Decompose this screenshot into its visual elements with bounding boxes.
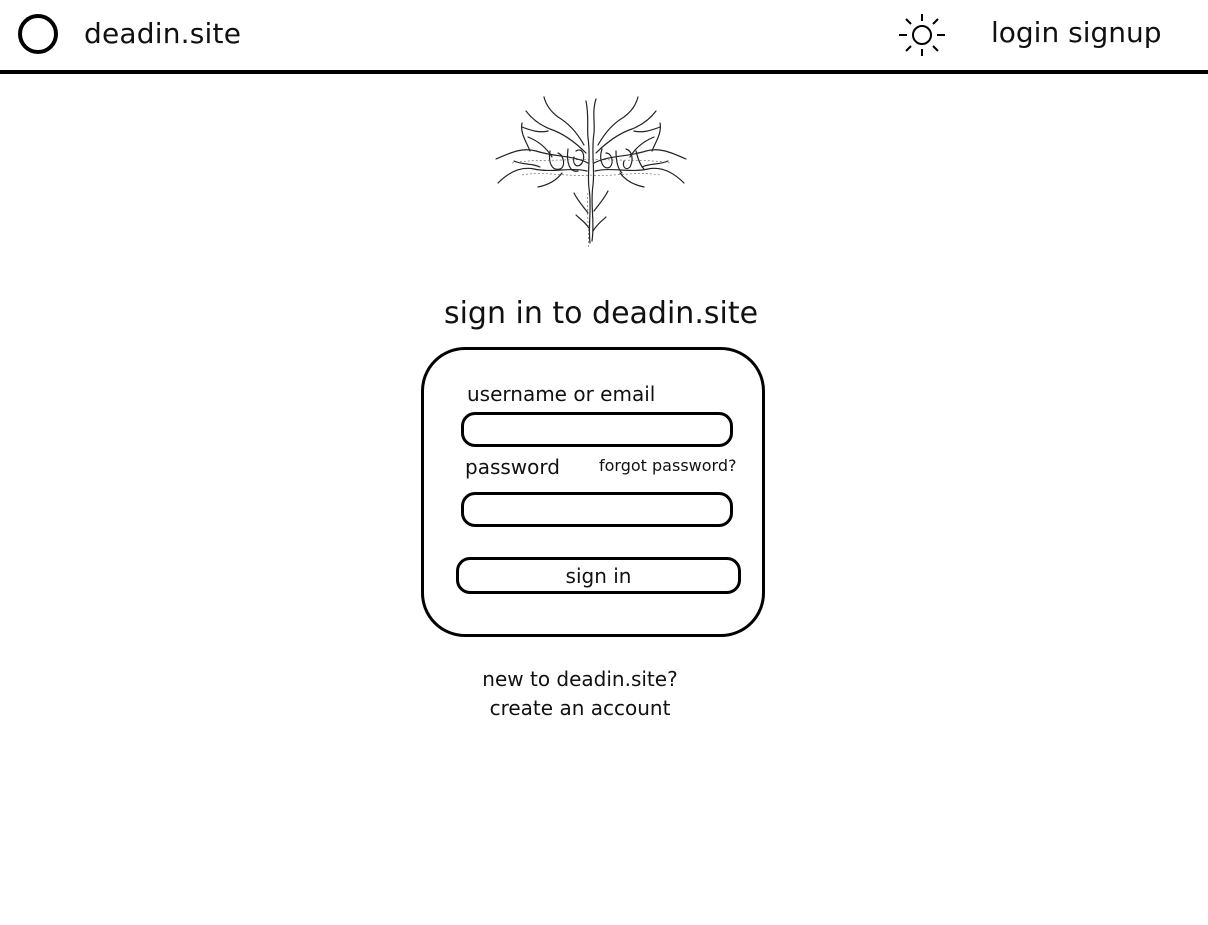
site-name[interactable]: deadin.site	[84, 16, 241, 52]
site-logo-circle-icon[interactable]	[18, 14, 58, 54]
username-label: username or email	[467, 382, 656, 406]
signup-prompt: new to deadin.site?	[482, 667, 678, 691]
sign-in-button[interactable]: sign in	[456, 557, 741, 594]
auth-nav: login signup	[991, 15, 1162, 51]
forgot-password-link[interactable]: forgot password?	[599, 455, 736, 477]
password-label: password	[465, 455, 560, 479]
theme-toggle-button[interactable]	[897, 12, 947, 58]
username-field[interactable]	[461, 412, 733, 447]
deadin-site-tree-logo-icon	[492, 93, 688, 251]
sign-in-form: username or email password forgot passwo…	[421, 347, 765, 637]
create-account-link[interactable]: create an account	[430, 694, 730, 722]
signup-link[interactable]: signup	[1068, 16, 1161, 49]
password-field[interactable]	[461, 492, 733, 527]
page-title: sign in to deadin.site	[443, 296, 759, 331]
login-link[interactable]: login	[991, 16, 1059, 49]
top-nav-bar: deadin.site login signup	[0, 0, 1208, 74]
sun-icon	[899, 14, 945, 56]
